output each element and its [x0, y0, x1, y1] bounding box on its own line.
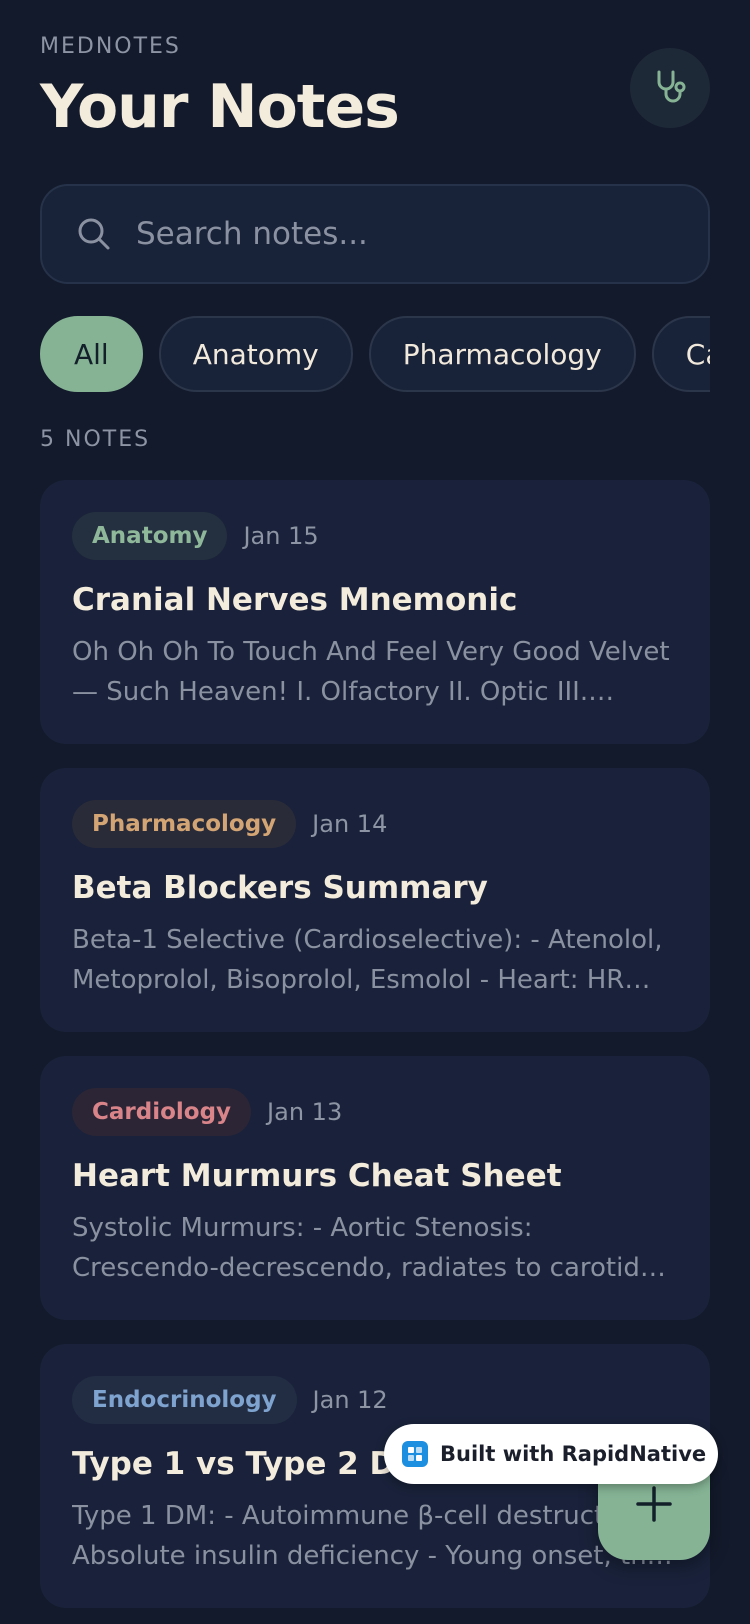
note-meta: Cardiology Jan 13 — [72, 1088, 342, 1136]
category-tag: Anatomy — [72, 512, 228, 560]
note-title: Beta Blockers Summary — [72, 870, 488, 906]
stethoscope-icon — [657, 70, 686, 103]
note-preview: Type 1 DM: - Autoimmune β-cell destructi… — [72, 1501, 670, 1571]
chip-all[interactable]: All — [40, 316, 143, 392]
stethoscope-button[interactable] — [630, 48, 710, 128]
plus-icon — [636, 1486, 672, 1522]
search-icon — [78, 218, 110, 250]
note-card[interactable]: Cardiology Jan 13 Heart Murmurs Cheat Sh… — [40, 1056, 710, 1320]
note-preview: Oh Oh Oh To Touch And Feel Very Good Vel… — [72, 637, 670, 707]
category-tag: Pharmacology — [72, 800, 297, 848]
app-label: MEDNOTES — [40, 34, 181, 59]
rapidnative-logo-icon — [402, 1441, 428, 1467]
note-preview: Systolic Murmurs: - Aortic Stenosis: Cre… — [72, 1213, 654, 1283]
chip-anatomy[interactable]: Anatomy — [158, 316, 353, 392]
note-meta: Anatomy Jan 15 — [72, 512, 319, 560]
note-date: Jan 13 — [267, 1098, 343, 1126]
built-with-badge[interactable]: Built with RapidNative — [384, 1424, 718, 1484]
search-input[interactable] — [136, 204, 708, 264]
note-preview: Beta-1 Selective (Cardioselective): - At… — [72, 925, 663, 995]
note-card[interactable]: Anatomy Jan 15 Cranial Nerves Mnemonic O… — [40, 480, 710, 744]
category-tag: Endocrinology — [72, 1376, 297, 1424]
note-meta: Pharmacology Jan 14 — [72, 800, 387, 848]
note-date: Jan 14 — [312, 810, 388, 838]
category-tag: Cardiology — [72, 1088, 252, 1136]
built-with-label: Built with RapidNative — [440, 1442, 707, 1466]
note-card[interactable]: Pharmacology Jan 14 Beta Blockers Summar… — [40, 768, 710, 1032]
category-filter-chips: All Anatomy Pharmacology Cardiology — [40, 316, 710, 394]
search-bar[interactable] — [40, 184, 710, 284]
note-title: Cranial Nerves Mnemonic — [72, 582, 518, 618]
note-meta: Endocrinology Jan 12 — [72, 1376, 388, 1424]
chip-pharmacology[interactable]: Pharmacology — [368, 316, 636, 392]
notes-count: 5 NOTES — [40, 427, 151, 452]
note-date: Jan 12 — [312, 1386, 388, 1414]
note-date: Jan 15 — [243, 522, 319, 550]
page-title: Your Notes — [40, 72, 400, 142]
note-title: Heart Murmurs Cheat Sheet — [72, 1158, 562, 1194]
chip-cardiology[interactable]: Cardiology — [651, 316, 710, 392]
